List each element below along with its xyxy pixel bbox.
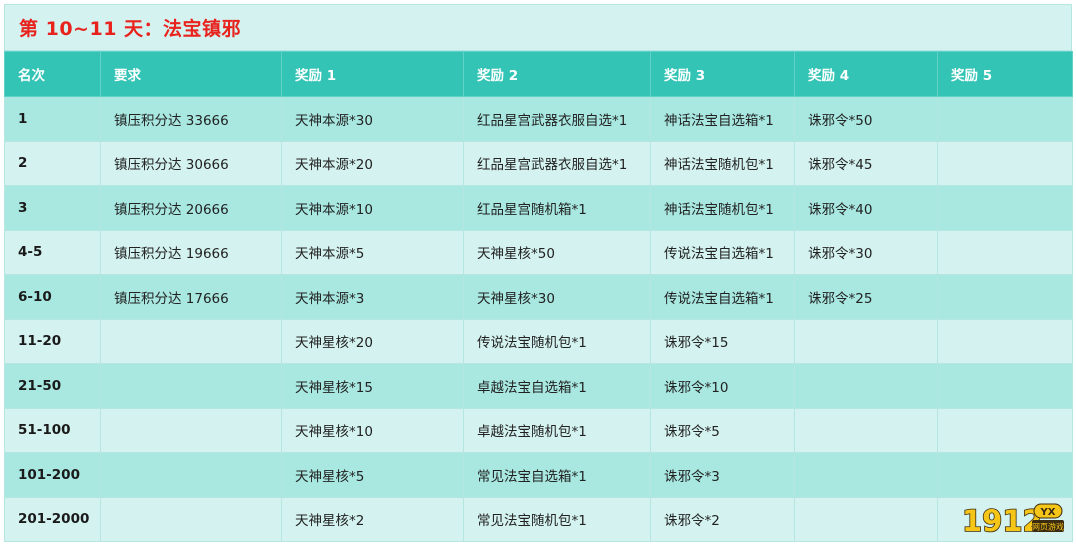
cell-requirement: 镇压积分达 33666	[100, 96, 282, 142]
watermark-sub: 网页游戏	[1032, 522, 1064, 532]
table-row: 6-10 镇压积分达 17666 天神本源*3 天神星核*30 传说法宝自选箱*1 诛邪令…	[4, 274, 1073, 320]
cell-reward-3: 诛邪令*3	[650, 452, 795, 498]
cell-reward-2: 常见法宝随机包*1	[463, 496, 651, 542]
cell-reward-1: 天神本源*10	[281, 185, 464, 231]
cell-reward-5	[937, 229, 1073, 275]
cell-reward-4	[794, 363, 938, 409]
header-reward-4: 奖励 4	[794, 51, 938, 97]
cell-requirement	[100, 452, 282, 498]
cell-reward-5	[937, 96, 1073, 142]
cell-reward-5	[937, 407, 1073, 453]
cell-requirement	[100, 363, 282, 409]
header-row: 名次 要求 奖励 1 奖励 2 奖励 3 奖励 4 奖励 5	[4, 51, 1073, 97]
cell-reward-5	[937, 318, 1073, 364]
cell-requirement: 镇压积分达 19666	[100, 229, 282, 275]
cell-rank: 201-2000	[4, 496, 101, 542]
cell-reward-4: 诛邪令*50	[794, 96, 938, 142]
cell-reward-1: 天神星核*5	[281, 452, 464, 498]
cell-reward-4: 诛邪令*40	[794, 185, 938, 231]
cell-reward-3: 神话法宝自选箱*1	[650, 96, 795, 142]
cell-reward-2: 红品星宫武器衣服自选*1	[463, 140, 651, 186]
cell-requirement	[100, 496, 282, 542]
cell-reward-3: 传说法宝自选箱*1	[650, 229, 795, 275]
watermark-brand: 1912	[962, 504, 1043, 536]
cell-reward-4	[794, 318, 938, 364]
cell-reward-2: 常见法宝自选箱*1	[463, 452, 651, 498]
cell-reward-5	[937, 363, 1073, 409]
cell-reward-5	[937, 140, 1073, 186]
header-reward-1: 奖励 1	[281, 51, 464, 97]
cell-reward-1: 天神本源*3	[281, 274, 464, 320]
cell-reward-3: 神话法宝随机包*1	[650, 185, 795, 231]
cell-reward-2: 卓越法宝随机包*1	[463, 407, 651, 453]
cell-reward-2: 天神星核*30	[463, 274, 651, 320]
cell-requirement: 镇压积分达 30666	[100, 140, 282, 186]
cell-rank: 101-200	[4, 452, 101, 498]
cell-reward-4	[794, 496, 938, 542]
cell-reward-3: 诛邪令*2	[650, 496, 795, 542]
header-rank: 名次	[4, 51, 101, 97]
cell-reward-4: 诛邪令*30	[794, 229, 938, 275]
cell-requirement	[100, 407, 282, 453]
cell-reward-3: 诛邪令*5	[650, 407, 795, 453]
cell-requirement: 镇压积分达 20666	[100, 185, 282, 231]
header-requirement: 要求	[100, 51, 282, 97]
page-title: 第 10~11 天：法宝镇邪	[19, 18, 242, 40]
table-row: 1 镇压积分达 33666 天神本源*30 红品星宫武器衣服自选*1 神话法宝自选箱*1…	[4, 96, 1073, 142]
cell-reward-5	[937, 452, 1073, 498]
cell-rank: 4-5	[4, 229, 101, 275]
cell-reward-3: 诛邪令*10	[650, 363, 795, 409]
cell-rank: 2	[4, 140, 101, 186]
cell-reward-2: 卓越法宝自选箱*1	[463, 363, 651, 409]
site-logo-watermark: 1912 YX 网页游戏	[961, 503, 1064, 536]
cell-requirement: 镇压积分达 17666	[100, 274, 282, 320]
cell-rank: 6-10	[4, 274, 101, 320]
table-row: 2 镇压积分达 30666 天神本源*20 红品星宫武器衣服自选*1 神话法宝随机包*1…	[4, 140, 1073, 186]
table-row: 201-2000 天神星核*2 常见法宝随机包*1 诛邪令*2	[4, 496, 1073, 542]
cell-requirement	[100, 318, 282, 364]
cell-reward-3: 诛邪令*15	[650, 318, 795, 364]
header-reward-2: 奖励 2	[463, 51, 651, 97]
cell-reward-5	[937, 185, 1073, 231]
cell-reward-1: 天神星核*20	[281, 318, 464, 364]
table-row: 3 镇压积分达 20666 天神本源*10 红品星宫随机箱*1 神话法宝随机包*1 诛邪令…	[4, 185, 1073, 231]
cell-rank: 51-100	[4, 407, 101, 453]
title-bar: 第 10~11 天：法宝镇邪	[4, 5, 1072, 51]
cell-rank: 11-20	[4, 318, 101, 364]
cell-reward-2: 红品星宫武器衣服自选*1	[463, 96, 651, 142]
cell-reward-3: 神话法宝随机包*1	[650, 140, 795, 186]
cell-reward-3: 传说法宝自选箱*1	[650, 274, 795, 320]
cell-reward-4: 诛邪令*25	[794, 274, 938, 320]
table-row: 51-100 天神星核*10 卓越法宝随机包*1 诛邪令*5	[4, 407, 1073, 453]
header-reward-5: 奖励 5	[937, 51, 1073, 97]
page: 第 10~11 天：法宝镇邪 名次 要求 奖励 1 奖励 2 奖励 3 奖励 4…	[0, 0, 1076, 544]
table-row: 21-50 天神星核*15 卓越法宝自选箱*1 诛邪令*10	[4, 363, 1073, 409]
cell-reward-4: 诛邪令*45	[794, 140, 938, 186]
table-row: 11-20 天神星核*20 传说法宝随机包*1 诛邪令*15	[4, 318, 1073, 364]
cell-reward-1: 天神本源*30	[281, 96, 464, 142]
cell-reward-1: 天神星核*10	[281, 407, 464, 453]
cell-reward-2: 传说法宝随机包*1	[463, 318, 651, 364]
cell-reward-5	[937, 274, 1073, 320]
cell-reward-1: 天神本源*20	[281, 140, 464, 186]
cell-reward-4	[794, 452, 938, 498]
cell-reward-1: 天神星核*15	[281, 363, 464, 409]
cell-rank: 3	[4, 185, 101, 231]
header-reward-3: 奖励 3	[650, 51, 795, 97]
cell-reward-2: 红品星宫随机箱*1	[463, 185, 651, 231]
reward-table: 名次 要求 奖励 1 奖励 2 奖励 3 奖励 4 奖励 5 1 镇压积分达 33…	[4, 51, 1073, 542]
table-row: 101-200 天神星核*5 常见法宝自选箱*1 诛邪令*3	[4, 452, 1073, 498]
cell-reward-1: 天神本源*5	[281, 229, 464, 275]
watermark-badge: YX	[1040, 507, 1056, 518]
cell-reward-1: 天神星核*2	[281, 496, 464, 542]
cell-reward-4	[794, 407, 938, 453]
table-row: 4-5 镇压积分达 19666 天神本源*5 天神星核*50 传说法宝自选箱*1 诛邪令*…	[4, 229, 1073, 275]
cell-rank: 21-50	[4, 363, 101, 409]
cell-rank: 1	[4, 96, 101, 142]
cell-reward-2: 天神星核*50	[463, 229, 651, 275]
